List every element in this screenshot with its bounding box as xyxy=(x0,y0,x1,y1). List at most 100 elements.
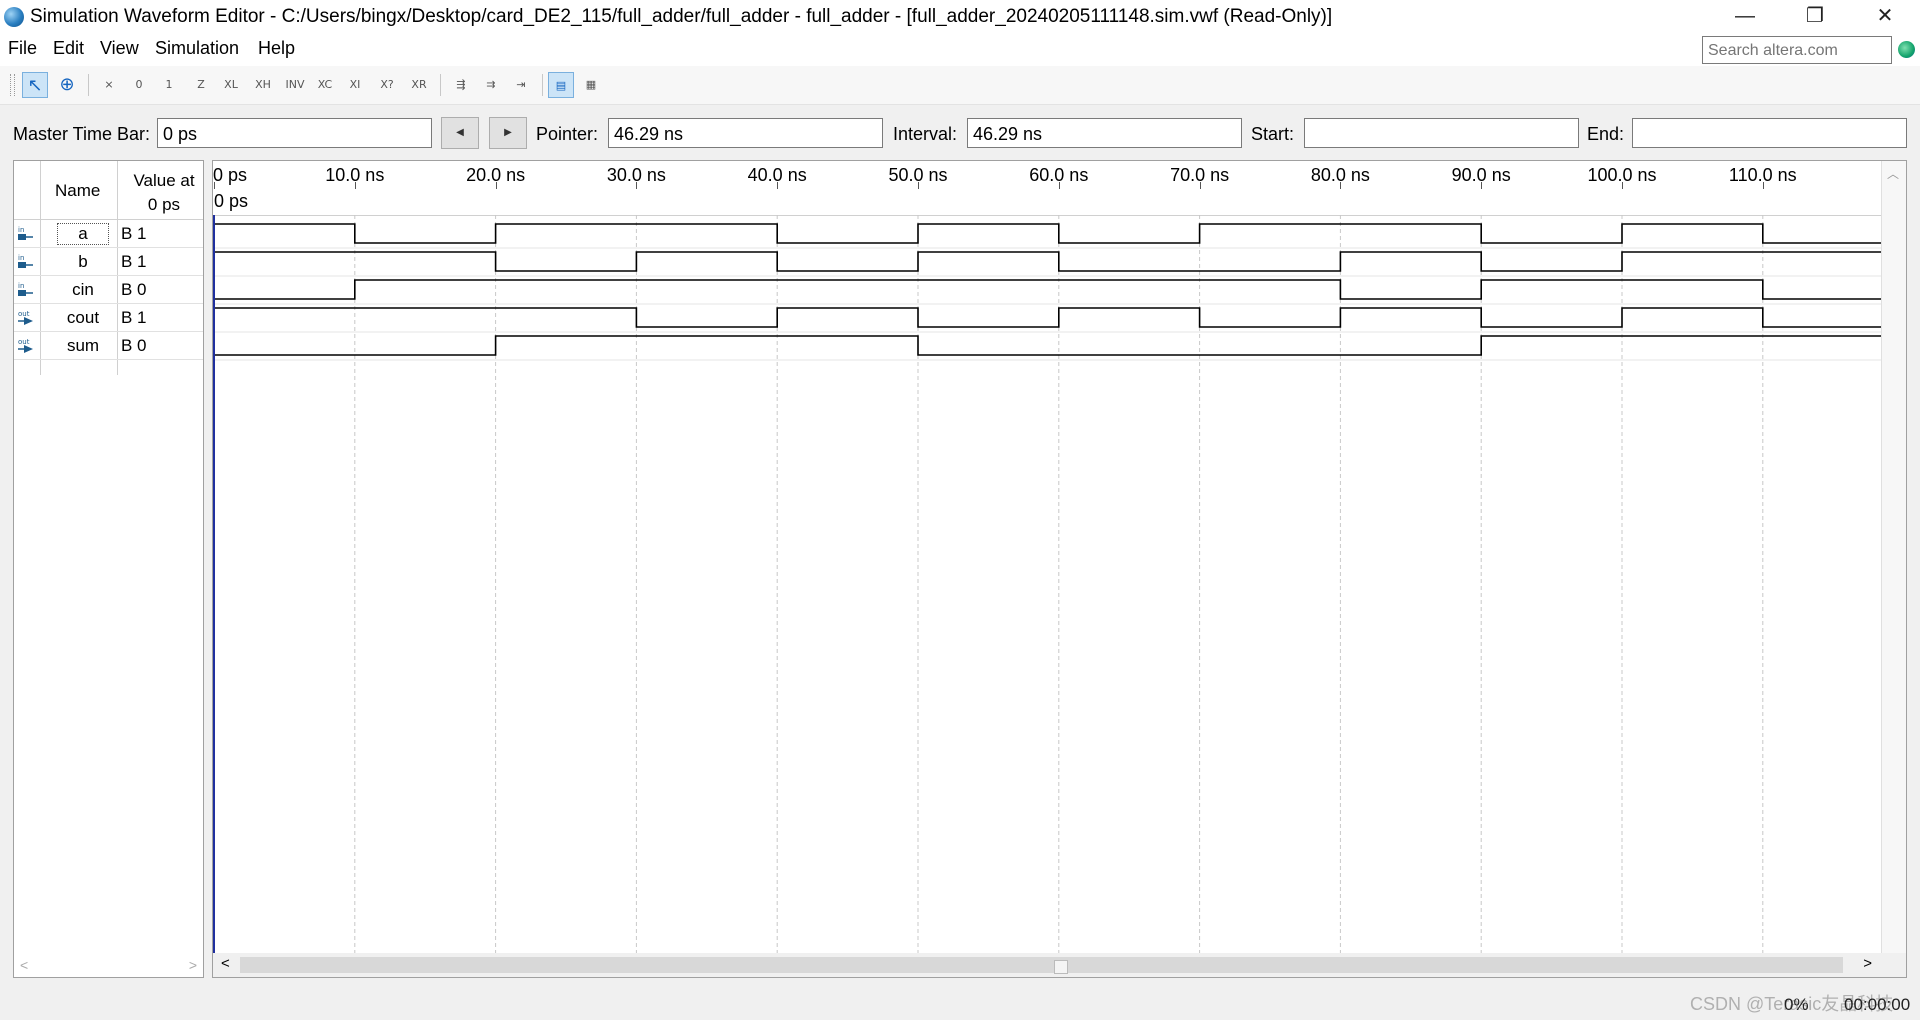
svg-text:in: in xyxy=(18,226,24,234)
waveform-cin[interactable] xyxy=(214,279,1883,300)
waveform-vertical-scrollbar[interactable]: ︿ xyxy=(1881,161,1906,955)
high-impedance-icon[interactable]: Z xyxy=(188,72,214,98)
time-tick-mark xyxy=(495,182,497,189)
run-timing-sim-icon[interactable]: ⇉ xyxy=(478,72,504,98)
zoom-tool-icon[interactable]: ⊕ xyxy=(54,72,80,98)
signal-row-cout[interactable]: out cout B 1 xyxy=(14,304,203,332)
interval-field xyxy=(967,118,1242,148)
value-column-header[interactable]: Value at 0 ps xyxy=(124,169,204,217)
scroll-up-icon[interactable]: ︿ xyxy=(1887,165,1899,182)
signal-row-cin[interactable]: in cin B 0 xyxy=(14,276,203,304)
title-bar: Simulation Waveform Editor - C:/Users/bi… xyxy=(0,0,1920,34)
scroll-left-icon[interactable]: < xyxy=(221,955,230,972)
menu-help[interactable]: Help xyxy=(258,38,295,59)
input-pin-icon: in xyxy=(18,254,33,268)
time-tick-mark xyxy=(214,182,215,189)
toolbar-grip[interactable] xyxy=(10,74,15,96)
snap-to-grid-icon[interactable]: ▤ xyxy=(548,72,574,98)
time-ruler[interactable]: 0 ps 10.0 ns 20.0 ns 30.0 ns 40.0 ns 50.0 ns 6… xyxy=(213,161,1906,190)
end-input[interactable] xyxy=(1636,120,1900,148)
scroll-left-icon[interactable]: < xyxy=(20,957,28,973)
waveform-horizontal-scrollbar[interactable]: < > xyxy=(213,953,1906,977)
weak-high-icon[interactable]: XH xyxy=(250,72,276,98)
signal-name[interactable]: a xyxy=(57,223,109,245)
close-button[interactable]: ✕ xyxy=(1850,0,1920,34)
signal-name[interactable]: sum xyxy=(58,336,108,356)
arbitrary-value-icon[interactable]: X? xyxy=(374,72,400,98)
weak-low-icon[interactable]: XL xyxy=(218,72,244,98)
time-tick-mark xyxy=(354,182,356,189)
random-value-icon[interactable]: XR xyxy=(406,72,432,98)
time-tick-mark xyxy=(636,182,638,189)
menu-edit[interactable]: Edit xyxy=(53,38,84,59)
waveform-canvas[interactable] xyxy=(213,215,1883,955)
signal-value: B 0 xyxy=(121,280,147,299)
input-pin-icon: in xyxy=(18,282,33,296)
menu-simulation[interactable]: Simulation xyxy=(155,38,239,59)
signal-name[interactable]: cout xyxy=(58,308,108,328)
search-box[interactable] xyxy=(1702,36,1892,64)
signal-value: B 0 xyxy=(121,336,147,355)
force-low-icon[interactable]: 0 xyxy=(126,72,152,98)
toolbar-separator xyxy=(542,74,543,96)
waveform-cout[interactable] xyxy=(214,307,1883,328)
input-pin-icon: in xyxy=(18,226,33,240)
name-column-header[interactable]: Name xyxy=(55,181,100,201)
signal-row-a[interactable]: in a B 1 xyxy=(14,220,203,248)
scroll-thumb[interactable] xyxy=(1054,960,1068,974)
next-transition-button[interactable]: ▶ xyxy=(489,117,527,149)
signal-name[interactable]: cin xyxy=(58,280,108,300)
invert-icon[interactable]: INV xyxy=(282,72,308,98)
force-high-icon[interactable]: 1 xyxy=(156,72,182,98)
scroll-right-icon[interactable]: > xyxy=(189,957,197,973)
svg-text:out: out xyxy=(18,310,30,318)
interval-input[interactable] xyxy=(971,120,1235,148)
master-time-bar-input[interactable] xyxy=(161,120,425,148)
signal-value: B 1 xyxy=(121,224,147,243)
search-input[interactable] xyxy=(1706,38,1890,64)
menu-view[interactable]: View xyxy=(100,38,139,59)
restore-button[interactable]: ❐ xyxy=(1780,0,1850,34)
time-tick-mark xyxy=(1340,182,1342,189)
waveform-a[interactable] xyxy=(214,223,1883,244)
toolbar: ↖ ⊕ ⨯ 0 1 Z XL XH INV XC XI X? XR ⇶ ⇉ ⇥ … xyxy=(0,66,1920,105)
cursor-time-label: 0 ps xyxy=(214,191,249,211)
signal-row-sum[interactable]: out sum B 0 xyxy=(14,332,203,360)
time-tick-mark xyxy=(777,182,779,189)
elapsed-time: 00:00:00 xyxy=(1844,995,1911,1014)
names-horizontal-scrollbar[interactable]: < > xyxy=(14,955,203,977)
run-functional-sim-icon[interactable]: ⇶ xyxy=(448,72,474,98)
prev-transition-button[interactable]: ◀ xyxy=(441,117,479,149)
grid-settings-icon[interactable]: ▦ xyxy=(578,72,604,98)
value-header-line1: Value at xyxy=(133,171,195,190)
waveform-panel[interactable]: 0 ps 10.0 ns 20.0 ns 30.0 ns 40.0 ns 50.0 ns 6… xyxy=(212,160,1907,978)
pointer-input[interactable] xyxy=(612,120,876,148)
clock-icon[interactable]: XI xyxy=(342,72,368,98)
generate-netlist-icon[interactable]: ⇥ xyxy=(508,72,534,98)
count-value-icon[interactable]: XC xyxy=(312,72,338,98)
value-undefined-icon[interactable]: ⨯ xyxy=(96,72,122,98)
progress-percent: 0% xyxy=(1784,995,1809,1014)
select-tool-icon[interactable]: ↖ xyxy=(22,72,48,98)
menu-bar: File Edit View Simulation Help xyxy=(0,34,1920,66)
time-tick-mark xyxy=(918,182,919,189)
signal-name[interactable]: b xyxy=(58,252,108,272)
toolbar-separator xyxy=(440,74,441,96)
start-input[interactable] xyxy=(1308,120,1572,148)
signal-value: B 1 xyxy=(121,308,147,327)
master-time-bar-field[interactable] xyxy=(157,118,432,148)
waveform-sum[interactable] xyxy=(214,335,1883,356)
globe-icon[interactable] xyxy=(1898,41,1915,58)
time-tick-mark xyxy=(1481,182,1483,189)
menu-file[interactable]: File xyxy=(8,38,37,59)
output-pin-icon: out xyxy=(18,338,33,353)
app-logo-icon xyxy=(4,7,24,27)
scroll-track[interactable] xyxy=(240,957,1843,974)
minimize-button[interactable]: — xyxy=(1710,0,1780,34)
waveform-b[interactable] xyxy=(214,251,1883,272)
end-field xyxy=(1632,118,1907,148)
scroll-right-icon[interactable]: > xyxy=(1863,955,1872,972)
signal-row-b[interactable]: in b B 1 xyxy=(14,248,203,276)
svg-text:out: out xyxy=(18,338,30,346)
signal-names-panel: Name Value at 0 ps in a B 1 in b B 1 in … xyxy=(13,160,204,978)
